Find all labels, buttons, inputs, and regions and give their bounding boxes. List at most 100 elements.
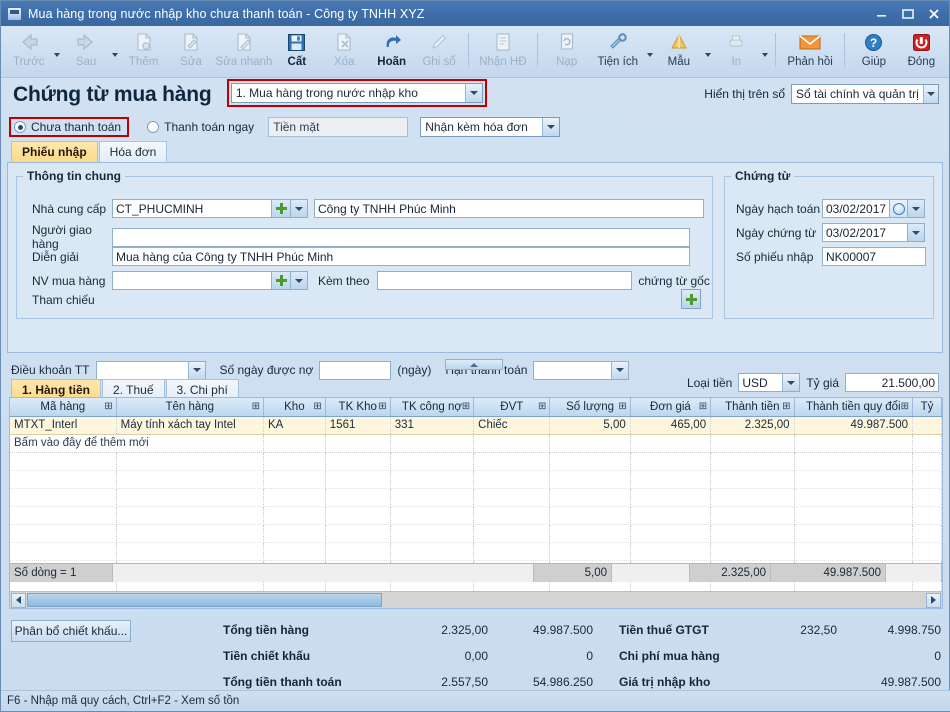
chevron-down-icon[interactable] bbox=[922, 85, 938, 103]
toolbar-button-tien-ich[interactable]: Tiện ích bbox=[590, 27, 645, 77]
toolbar-button-nhan-hd[interactable]: Nhận HĐ bbox=[474, 27, 532, 77]
close-icon[interactable] bbox=[921, 3, 947, 24]
toolbar-button-in[interactable]: In bbox=[713, 27, 760, 77]
tien-ich-dropdown-icon[interactable] bbox=[645, 27, 655, 77]
posting-date-input[interactable]: 03/02/2017 bbox=[822, 199, 890, 218]
cell-don-gia[interactable]: 465,00 bbox=[630, 416, 712, 435]
cell-so-luong[interactable]: 5,00 bbox=[549, 416, 631, 435]
invoice-mode-select[interactable]: Nhận kèm hóa đơn bbox=[420, 117, 561, 137]
toolbar-button-them[interactable]: Thêm bbox=[120, 27, 167, 77]
col-dvt[interactable]: ĐVT ⊞ bbox=[473, 398, 551, 417]
toolbar-button-sua[interactable]: Sửa bbox=[167, 27, 214, 77]
grid-empty-row[interactable] bbox=[10, 452, 942, 471]
toolbar-button-dong[interactable]: Đóng bbox=[898, 27, 945, 77]
cell-thanh-tien-quy-doi[interactable]: 49.987.500 bbox=[794, 416, 914, 435]
col-don-gia[interactable]: Đơn giá ⊞ bbox=[630, 398, 712, 417]
cell-dvt[interactable]: Chiếc bbox=[473, 416, 551, 435]
due-date-select[interactable] bbox=[533, 360, 630, 380]
toolbar-button-xoa[interactable]: Xóa bbox=[321, 27, 368, 77]
chevron-down-icon[interactable] bbox=[782, 374, 800, 391]
cash-method-field[interactable]: Tiền mặt bbox=[268, 117, 409, 137]
radio-unpaid-icon[interactable] bbox=[14, 121, 26, 133]
col-tk-cong-no[interactable]: TK công nợ ⊞ bbox=[390, 398, 475, 417]
add-new-row-text[interactable]: Bấm vào đây để thêm mới bbox=[10, 434, 264, 453]
scroll-left-icon[interactable] bbox=[11, 592, 26, 608]
buyer-dropdown-button[interactable] bbox=[291, 271, 308, 290]
cell-tk-cong-no[interactable]: 331 bbox=[390, 416, 475, 435]
currency-select[interactable]: USD bbox=[738, 373, 801, 392]
reference-add-button[interactable] bbox=[681, 289, 701, 309]
cell-ma-hang[interactable]: MTXT_Interl bbox=[10, 416, 117, 435]
grid-empty-row[interactable] bbox=[10, 542, 942, 561]
mau-dropdown-icon[interactable] bbox=[703, 27, 713, 77]
add-buyer-button[interactable] bbox=[272, 271, 291, 290]
doc-date-input[interactable]: 03/02/2017 bbox=[822, 223, 908, 242]
exchange-rate-input[interactable]: 21.500,00 bbox=[845, 373, 939, 392]
supplier-code-input[interactable]: CT_PHUCMINH bbox=[112, 199, 272, 218]
toolbar-button-hoan[interactable]: Hoãn bbox=[368, 27, 415, 77]
horizontal-scrollbar[interactable] bbox=[10, 591, 942, 608]
col-ma-hang[interactable]: Mã hàng ⊞ bbox=[10, 398, 117, 417]
posting-date-dropdown-button[interactable] bbox=[908, 199, 925, 218]
grid-empty-row[interactable] bbox=[10, 488, 942, 507]
display-on-select[interactable]: Sổ tài chính và quản trị bbox=[791, 84, 939, 104]
grid-empty-row[interactable] bbox=[10, 506, 942, 525]
radio-pay-now[interactable]: Thanh toán ngay bbox=[147, 120, 254, 134]
scroll-right-icon[interactable] bbox=[926, 592, 941, 608]
cell-thanh-tien[interactable]: 2.325,00 bbox=[710, 416, 795, 435]
tab-phieu-nhap[interactable]: Phiếu nhập bbox=[11, 141, 98, 162]
toolbar-button-sua-nhanh[interactable]: Sửa nhanh bbox=[215, 27, 273, 77]
grid-add-new-row[interactable]: Bấm vào đây để thêm mới bbox=[10, 434, 942, 453]
chevron-down-icon[interactable] bbox=[542, 118, 560, 136]
scrollbar-thumb[interactable] bbox=[27, 593, 382, 607]
minimize-icon[interactable] bbox=[869, 3, 895, 24]
supplier-name-input[interactable]: Công ty TNHH Phúc Minh bbox=[314, 199, 704, 218]
truoc-dropdown-icon[interactable] bbox=[52, 27, 62, 77]
col-thanh-tien[interactable]: Thành tiền ⊞ bbox=[710, 398, 795, 417]
toolbar-button-cat[interactable]: Cất bbox=[273, 27, 320, 77]
doc-date-dropdown-button[interactable] bbox=[908, 223, 925, 242]
doc-type-select[interactable]: 1. Mua hàng trong nước nhập kho bbox=[230, 83, 483, 103]
cell-ty[interactable] bbox=[912, 416, 942, 435]
radio-pay-now-icon[interactable] bbox=[147, 121, 160, 133]
description-input[interactable]: Mua hàng của Công ty TNHH Phúc Minh bbox=[112, 247, 690, 266]
in-dropdown-icon[interactable] bbox=[760, 27, 770, 77]
credit-days-input[interactable] bbox=[319, 360, 392, 380]
col-ten-hang[interactable]: Tên hàng ⊞ bbox=[116, 398, 264, 417]
receipt-no-input[interactable]: NK00007 bbox=[822, 247, 926, 266]
grid-empty-row[interactable] bbox=[10, 524, 942, 543]
toolbar-button-nap[interactable]: Nạp bbox=[543, 27, 590, 77]
term-select[interactable] bbox=[95, 360, 206, 380]
chevron-down-icon[interactable] bbox=[611, 361, 629, 379]
attach-input[interactable] bbox=[377, 271, 633, 290]
cell-tk-kho[interactable]: 1561 bbox=[325, 416, 391, 435]
toolbar-button-sau[interactable]: Sau bbox=[62, 27, 109, 77]
col-so-luong[interactable]: Số lượng ⊞ bbox=[549, 398, 631, 417]
supplier-dropdown-button[interactable] bbox=[291, 199, 308, 218]
toolbar-button-giup[interactable]: ? Giúp bbox=[850, 27, 897, 77]
calendar-clock-button[interactable] bbox=[890, 199, 908, 218]
allocate-discount-button[interactable]: Phân bổ chiết khấu... bbox=[11, 620, 131, 642]
chevron-down-icon[interactable] bbox=[464, 84, 482, 102]
toolbar-button-phan-hoi[interactable]: Phản hồi bbox=[781, 27, 839, 77]
sau-dropdown-icon[interactable] bbox=[110, 27, 120, 77]
col-tk-kho[interactable]: TK Kho ⊞ bbox=[325, 398, 391, 417]
tab-hoa-don[interactable]: Hóa đơn bbox=[98, 141, 168, 162]
col-kho[interactable]: Kho ⊞ bbox=[263, 398, 326, 417]
toolbar-button-truoc[interactable]: Trước bbox=[5, 27, 52, 77]
maximize-icon[interactable] bbox=[895, 3, 921, 24]
panel-collapse-handle[interactable] bbox=[445, 359, 503, 370]
toolbar-button-ghi-so[interactable]: Ghi sổ bbox=[415, 27, 462, 77]
deliverer-input[interactable] bbox=[112, 227, 690, 247]
col-thanh-tien-quy-doi[interactable]: Thành tiền quy đổi ⊞ bbox=[794, 398, 914, 417]
buyer-input[interactable] bbox=[112, 271, 272, 290]
cell-kho[interactable]: KA bbox=[263, 416, 326, 435]
table-row[interactable]: MTXT_Interl Máy tính xách tay Intel KA 1… bbox=[10, 416, 942, 435]
radio-unpaid[interactable]: Chưa thanh toán bbox=[14, 120, 121, 134]
toolbar-button-mau[interactable]: Mẫu bbox=[655, 27, 702, 77]
chevron-down-icon[interactable] bbox=[187, 361, 205, 379]
col-ty[interactable]: Tỷ bbox=[912, 398, 942, 417]
grid-empty-row[interactable] bbox=[10, 470, 942, 489]
cell-ten-hang[interactable]: Máy tính xách tay Intel bbox=[116, 416, 264, 435]
add-supplier-button[interactable] bbox=[272, 199, 291, 218]
